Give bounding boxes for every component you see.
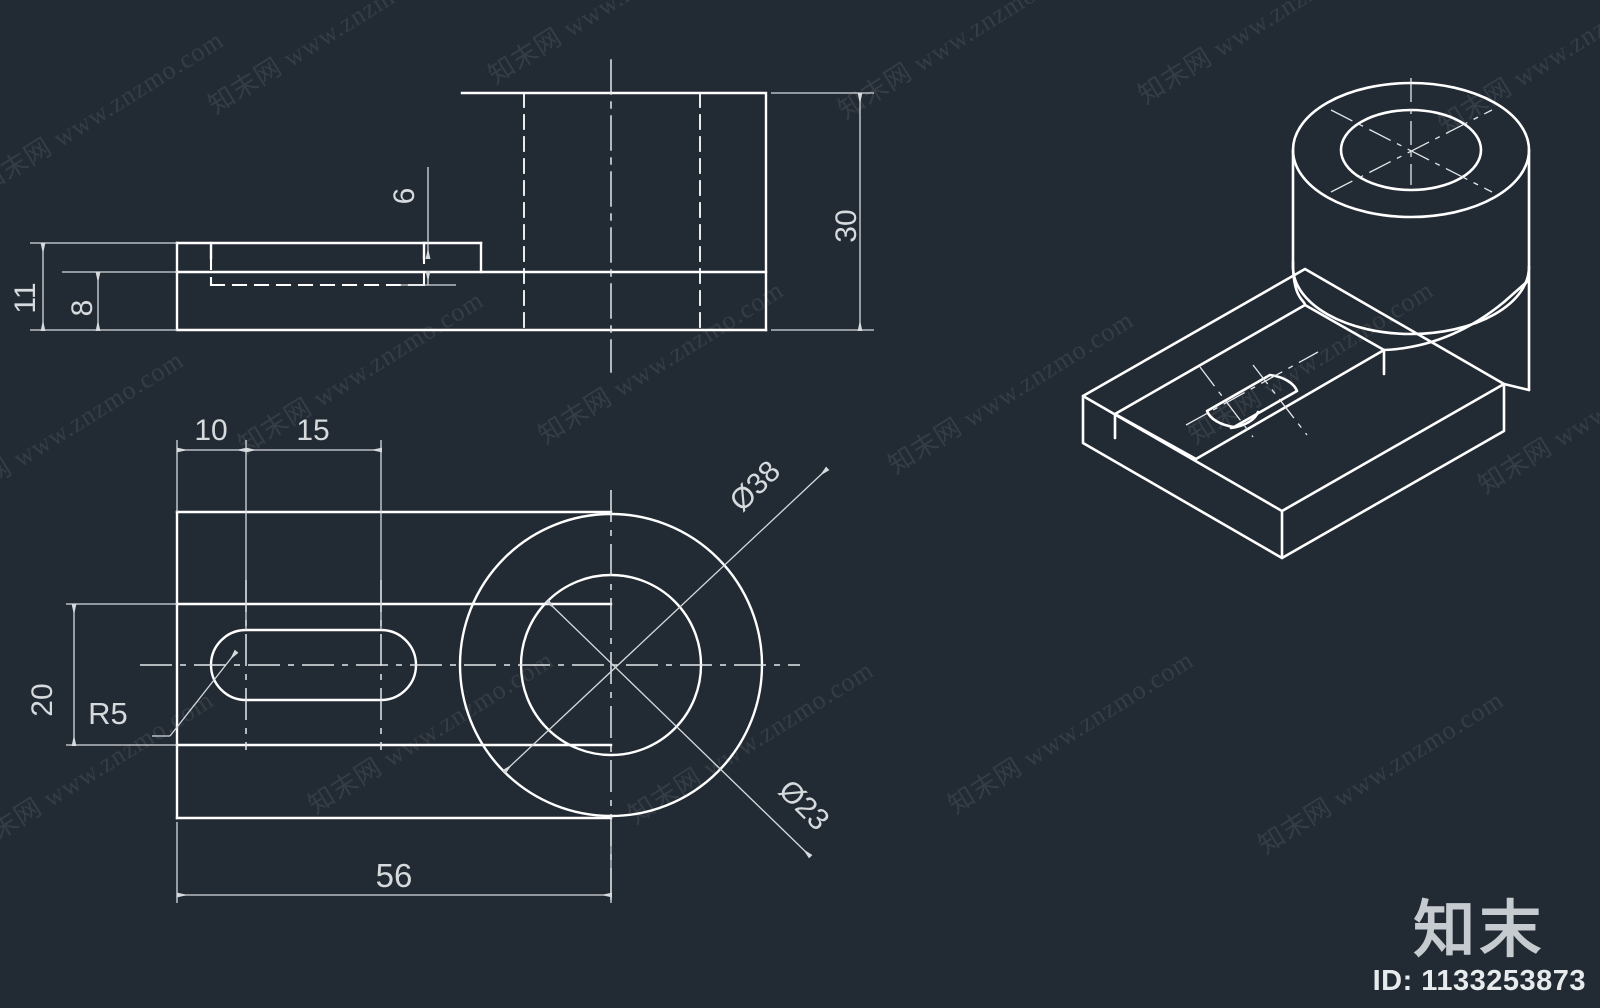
front-view-bore-hidden-lines bbox=[523, 92, 701, 331]
dim-text-11: 11 bbox=[9, 282, 42, 313]
dim-text-15: 15 bbox=[296, 414, 329, 447]
iso-cylinder-base-join bbox=[1502, 382, 1531, 392]
top-view-dimension-text: 10 15 20 56 R5 Ø38 Ø23 bbox=[26, 414, 835, 894]
iso-base-top-face bbox=[1081, 267, 1506, 513]
iso-base-right-side bbox=[1280, 382, 1506, 560]
brand-block: 知末 ID: 1133253873 bbox=[1373, 899, 1586, 998]
front-view-boss-outline bbox=[460, 91, 768, 332]
isometric-view-geometry bbox=[1081, 81, 1531, 560]
front-view-dimensions bbox=[30, 92, 874, 331]
iso-blend-left bbox=[1291, 260, 1307, 307]
front-view-base-outline bbox=[175, 241, 768, 332]
dim-text-30: 30 bbox=[830, 209, 863, 242]
dim-text-dia38: Ø38 bbox=[724, 455, 787, 518]
iso-cylinder-top-outer bbox=[1291, 81, 1531, 219]
top-view-centerlines bbox=[140, 490, 800, 900]
cad-canvas-stage: 30 11 8 6 10 15 20 56 R5 Ø38 Ø23 知末网 www… bbox=[0, 0, 1600, 1008]
top-view-diameter-leaders bbox=[152, 466, 830, 859]
iso-pocket-top-face bbox=[1113, 303, 1386, 461]
front-view-slot-end-lines bbox=[209, 241, 426, 260]
iso-cylinder-bottom-arc bbox=[1291, 265, 1531, 336]
dim-text-56: 56 bbox=[376, 857, 413, 894]
dim-text-r5: R5 bbox=[88, 696, 128, 731]
front-view-geometry bbox=[175, 91, 768, 332]
top-view-dimensions bbox=[66, 440, 612, 903]
dim-text-8: 8 bbox=[66, 300, 99, 317]
leader-line-dia38 bbox=[502, 466, 830, 774]
cad-drawing-svg: 30 11 8 6 10 15 20 56 R5 Ø38 Ø23 bbox=[9, 59, 1531, 903]
dim-text-6: 6 bbox=[388, 188, 421, 205]
front-view-hidden-slot bbox=[209, 254, 426, 287]
dim-text-10: 10 bbox=[194, 414, 227, 447]
iso-centerlines bbox=[1185, 78, 1493, 438]
dim-text-20: 20 bbox=[26, 683, 59, 716]
brand-id-label: ID: 1133253873 bbox=[1372, 965, 1586, 997]
front-view-dimension-text: 30 11 8 6 bbox=[9, 188, 863, 317]
brand-logo: 知末 bbox=[1413, 893, 1546, 966]
